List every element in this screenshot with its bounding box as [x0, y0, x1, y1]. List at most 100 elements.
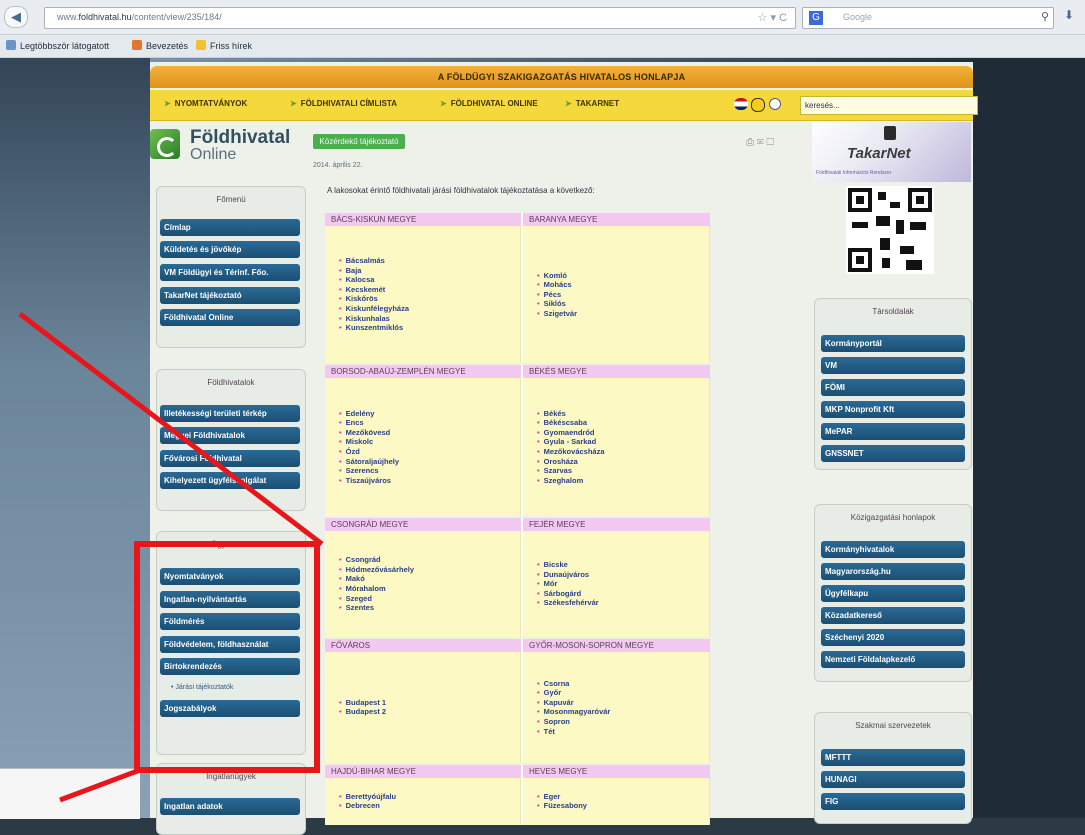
town-link[interactable]: Mosonmagyaróvár [537, 707, 611, 717]
search-icon[interactable]: ⚲ [1041, 10, 1049, 23]
sidebar-link[interactable]: Kormányhivatalok [821, 541, 965, 558]
town-link[interactable]: Hódmezővásárhely [339, 565, 414, 575]
town-link[interactable]: Kiskunfélegyháza [339, 304, 409, 314]
town-link[interactable]: Dunaújváros [537, 570, 599, 580]
sidebar-link[interactable]: GNSSNET [821, 445, 965, 462]
town-link[interactable]: Makó [339, 574, 414, 584]
sidebar-link[interactable]: MKP Nonprofit Kft [821, 401, 965, 418]
town-link[interactable]: Tét [537, 727, 610, 737]
sidebar-link[interactable]: VM Földügyi és Térinf. Főo. [160, 264, 300, 281]
town-link[interactable]: Tiszaújváros [339, 476, 399, 486]
bookmark-getting-started[interactable]: Bevezetés [132, 40, 188, 51]
town-link[interactable]: Békéscsaba [537, 418, 605, 428]
town-link[interactable]: Sopron [537, 717, 610, 727]
download-icon[interactable]: ⬇ [1064, 8, 1074, 22]
sidebar-link[interactable]: Fővárosi Földhivatal [160, 450, 300, 467]
sidebar-link[interactable]: Magyarország.hu [821, 563, 965, 580]
sidebar-link[interactable]: Küldetés és jövőkép [160, 241, 300, 258]
town-link[interactable]: Füzesabony [537, 801, 587, 811]
sidebar-link[interactable]: Kihelyezett ügyfélszolgálat [160, 472, 300, 489]
town-link[interactable]: Sátoraljaújhely [339, 457, 399, 467]
town-link[interactable]: Edelény [339, 409, 399, 419]
town-link[interactable]: Szarvas [537, 466, 605, 476]
town-link[interactable]: Miskolc [339, 437, 399, 447]
sidebar-link[interactable]: FIG [821, 793, 965, 810]
bookmark-star-icon[interactable]: ☆ ▾ C [758, 11, 787, 24]
town-link[interactable]: Bicske [537, 560, 599, 570]
town-link[interactable]: Pécs [537, 290, 577, 300]
menu-item-forms[interactable]: ➤ NYOMTATVÁNYOK [164, 99, 247, 108]
sidebar-link[interactable]: Megyei Földhivatalok [160, 427, 300, 444]
town-link[interactable]: Mórahalom [339, 584, 414, 594]
town-link[interactable]: Kecskemét [339, 285, 409, 295]
town-link[interactable]: Baja [339, 266, 409, 276]
town-link[interactable]: Székesfehérvár [537, 598, 599, 608]
town-link[interactable]: Gyomaendrőd [537, 428, 605, 438]
town-link[interactable]: Gyula - Sarkad [537, 437, 605, 447]
sidebar-link[interactable]: HUNAGI [821, 771, 965, 788]
sidebar-link[interactable]: Nemzeti Földalapkezelő [821, 651, 965, 668]
sidebar-link[interactable]: Ügyfélkapu [821, 585, 965, 602]
town-link[interactable]: Encs [339, 418, 399, 428]
sidebar-link[interactable]: MFTTT [821, 749, 965, 766]
town-link[interactable]: Kapuvár [537, 698, 610, 708]
town-link[interactable]: Csongrád [339, 555, 414, 565]
town-link[interactable]: Kiskunhalas [339, 314, 409, 324]
town-link[interactable]: Szigetvár [537, 309, 577, 319]
english-flag-icon[interactable] [734, 98, 748, 110]
sidebar-link[interactable]: Illetékességi területi térkép [160, 405, 300, 422]
town-link[interactable]: Mohács [537, 280, 577, 290]
town-link[interactable]: Szerencs [339, 466, 399, 476]
town-link[interactable]: Mór [537, 579, 599, 589]
town-link[interactable]: Győr [537, 688, 610, 698]
sidebar-link[interactable]: Kormányportál [821, 335, 965, 352]
sidebar-link[interactable]: Közadatkereső [821, 607, 965, 624]
sidebar-link[interactable]: MePAR [821, 423, 965, 440]
sidebar-link[interactable]: Címlap [160, 219, 300, 236]
town-link[interactable]: Budapest 1 [339, 698, 386, 708]
town-link[interactable]: Siklós [537, 299, 577, 309]
town-link[interactable]: Kiskőrös [339, 294, 409, 304]
menu-item-online[interactable]: ➤ FÖLDHIVATAL ONLINE [440, 99, 538, 108]
sidebar-link[interactable]: TakarNet tájékoztató [160, 287, 300, 304]
town-link[interactable]: Szeged [339, 594, 414, 604]
town-link[interactable]: Csorna [537, 679, 610, 689]
back-arrow-icon[interactable]: ◀ [4, 6, 28, 28]
bookmark-latest-news[interactable]: Friss hírek [196, 40, 252, 51]
sidebar-link[interactable]: FÖMI [821, 379, 965, 396]
address-bar[interactable]: www.foldhivatal.hu/content/view/235/184/… [44, 7, 796, 29]
town-link[interactable]: Mezőkövesd [339, 428, 399, 438]
sidebar-box-title: Társoldalak [872, 307, 914, 316]
browser-search-input[interactable]: G Google ⚲ [802, 7, 1054, 29]
sidebar-link[interactable]: Ingatlan adatok [160, 798, 300, 815]
qr-code-icon[interactable] [846, 186, 934, 274]
sidebar-link[interactable]: Földhivatal Online [160, 309, 300, 326]
town-link[interactable]: Sárbogárd [537, 589, 599, 599]
print-email-icons[interactable]: ⎙ ✉ ☐ [746, 137, 774, 148]
menu-item-office-list[interactable]: ➤ FÖLDHIVATALI CÍMLISTA [290, 99, 397, 108]
search-icon[interactable] [769, 98, 781, 110]
menu-item-takarnet[interactable]: ➤ TAKARNET [565, 99, 619, 108]
town-link[interactable]: Szeghalom [537, 476, 605, 486]
town-link[interactable]: Kalocsa [339, 275, 409, 285]
sidebar-link[interactable]: Széchenyi 2020 [821, 629, 965, 646]
town-link[interactable]: Debrecen [339, 801, 396, 811]
town-link[interactable]: Ózd [339, 447, 399, 457]
site-search-input[interactable]: keresés... [800, 96, 978, 115]
town-link[interactable]: Mezőkovácsháza [537, 447, 605, 457]
town-link[interactable]: Orosháza [537, 457, 605, 467]
bookmark-most-visited[interactable]: Legtöbbször látogatott [6, 40, 109, 51]
takarnet-banner[interactable]: TakarNet Földhivatali Információs Rendsz… [812, 122, 971, 182]
town-link[interactable]: Eger [537, 792, 587, 802]
town-link[interactable]: Komló [537, 271, 577, 281]
site-logo[interactable]: Földhivatal Online [150, 124, 310, 170]
category-tag[interactable]: Közérdekű tájékoztató [313, 134, 405, 149]
town-link[interactable]: Budapest 2 [339, 707, 386, 717]
town-link[interactable]: Kunszentmiklós [339, 323, 409, 333]
town-link[interactable]: Szentes [339, 603, 414, 613]
town-link[interactable]: Berettyóújfalu [339, 792, 396, 802]
town-link[interactable]: Békés [537, 409, 605, 419]
town-link[interactable]: Bácsalmás [339, 256, 409, 266]
accessibility-icon[interactable] [751, 98, 765, 112]
sidebar-link[interactable]: VM [821, 357, 965, 374]
